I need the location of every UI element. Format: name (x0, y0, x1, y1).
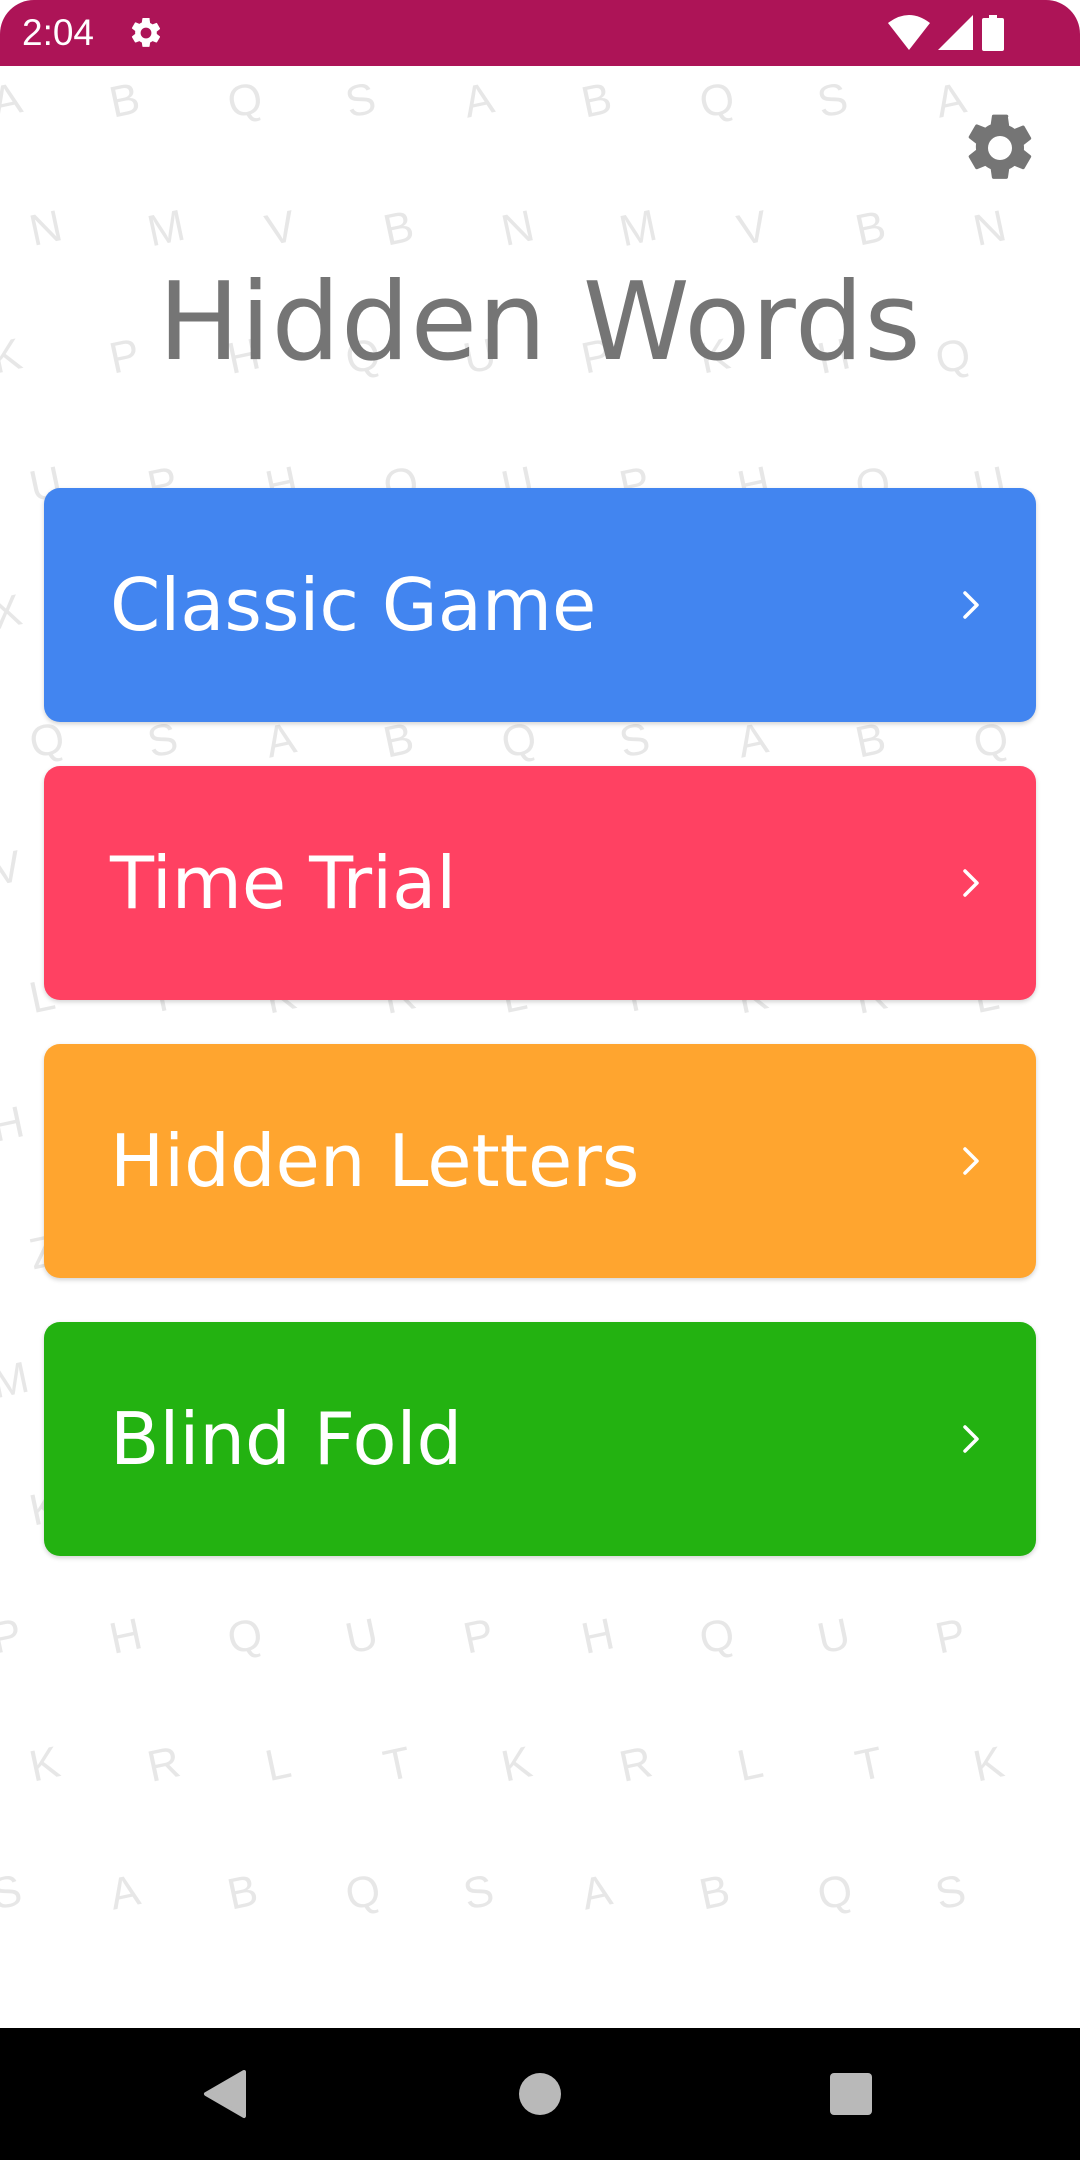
background-letter: N (497, 201, 539, 256)
background-letter-row: NMVBNMVBN (0, 200, 1080, 264)
background-letter: P (459, 1609, 499, 1664)
background-letter: L (733, 1738, 768, 1792)
background-letter: T (379, 1737, 416, 1792)
background-letter: B (851, 201, 891, 256)
background-letter: V (733, 201, 773, 256)
classic-game-button[interactable]: Classic Game (44, 488, 1036, 722)
back-icon[interactable] (196, 2064, 256, 2124)
hidden-letters-button[interactable]: Hidden Letters (44, 1044, 1036, 1278)
background-letter: U (813, 1609, 855, 1664)
background-letter: Q (223, 1608, 267, 1665)
background-letter: T (851, 1737, 888, 1792)
mode-label: Classic Game (110, 563, 597, 647)
background-letter: Q (695, 72, 739, 129)
time-trial-button[interactable]: Time Trial (44, 766, 1036, 1000)
background-letter: A (0, 73, 27, 128)
signal-icon (938, 15, 973, 50)
background-letter-row: PHQUPHQUP (0, 1608, 1080, 1672)
background-letter: Q (695, 1608, 739, 1665)
background-letter: H (105, 1609, 147, 1664)
background-letter: K (497, 1737, 537, 1792)
home-icon[interactable] (510, 2064, 570, 2124)
background-letter: R (615, 1737, 657, 1792)
background-letter: N (969, 201, 1011, 256)
background-letter: A (105, 1865, 145, 1920)
background-letter: B (577, 73, 617, 128)
wifi-icon (888, 15, 930, 50)
background-letter: X (0, 585, 27, 640)
background-letter: S (459, 1865, 499, 1920)
mode-label: Blind Fold (110, 1397, 463, 1481)
chevron-right-icon (962, 766, 980, 1000)
background-letter: V (261, 201, 301, 256)
chevron-right-icon (962, 1044, 980, 1278)
background-letter: A (577, 1865, 617, 1920)
background-letter: U (341, 1609, 383, 1664)
mode-label: Time Trial (110, 841, 457, 925)
navigation-bar (0, 2028, 1080, 2160)
background-letter: M (143, 200, 190, 257)
status-bar: 2:04 (0, 0, 1080, 66)
background-letter: K (25, 1737, 65, 1792)
background-letter-row: ABQSABQSA (0, 72, 1080, 136)
background-letter: H (577, 1609, 619, 1664)
background-letter: S (0, 1865, 27, 1920)
background-letter: P (0, 1609, 27, 1664)
background-letter: S (813, 73, 853, 128)
chevron-right-icon (962, 1322, 980, 1556)
mode-label: Hidden Letters (110, 1119, 640, 1203)
background-letter: A (459, 73, 499, 128)
background-letter: Q (223, 72, 267, 129)
background-letter: Q (341, 1864, 385, 1921)
background-letter-row: SABQSABQS (0, 1864, 1080, 1928)
background-letter: M (615, 200, 662, 257)
battery-icon (982, 15, 1004, 51)
background-letter: M (0, 1352, 34, 1409)
background-letter: H (0, 1097, 29, 1152)
background-letter: R (143, 1737, 185, 1792)
settings-gear-icon (131, 17, 161, 47)
status-time: 2:04 (22, 12, 95, 53)
background-letter: K (969, 1737, 1009, 1792)
background-letter: B (695, 1865, 735, 1920)
background-letter: S (931, 1865, 971, 1920)
background-letter: B (223, 1865, 263, 1920)
background-letter: Q (813, 1864, 857, 1921)
blind-fold-button[interactable]: Blind Fold (44, 1322, 1036, 1556)
background-letter: N (25, 201, 67, 256)
background-letter: L (261, 1738, 296, 1792)
background-letter: B (379, 201, 419, 256)
background-letter: P (931, 1609, 971, 1664)
recents-icon[interactable] (821, 2064, 881, 2124)
background-letter: S (341, 73, 381, 128)
background-letter: B (105, 73, 145, 128)
background-letter-row: KRLTKRLTK (0, 1737, 1080, 1800)
chevron-right-icon (962, 488, 980, 722)
background-letter: V (0, 841, 27, 896)
settings-gear-icon[interactable] (960, 108, 1040, 188)
page-title: Hidden Words (158, 260, 922, 385)
